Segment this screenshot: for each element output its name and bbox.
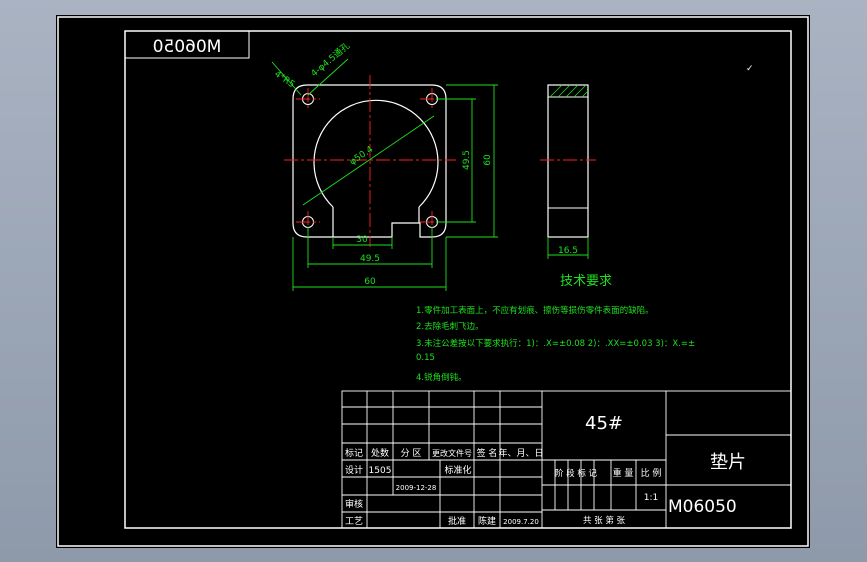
- stage-mark-label: 阶 段 标 记: [555, 468, 598, 479]
- tech-note-2: 2.去除毛刺飞边。: [416, 321, 484, 332]
- col-count: 处数: [371, 447, 389, 459]
- approve-label: 批准: [448, 515, 466, 527]
- material: 45#: [585, 413, 623, 434]
- sheet-count: 共 张 第 张: [583, 515, 626, 526]
- hole-pitch-y-label: 49.5: [462, 150, 472, 170]
- overall-width-label: 60: [364, 277, 376, 287]
- side-view: 16.5: [540, 84, 596, 259]
- front-view: 4*R5 4-φ4.5通孔 φ50.4 30 49.5 60 49.5 60: [271, 41, 498, 291]
- bore-arc: [313, 99, 439, 208]
- col-sign: 签 名: [477, 447, 498, 459]
- section-hatch: [549, 84, 589, 98]
- col-date: 年、月、日: [498, 447, 543, 459]
- design-label: 设计: [345, 464, 363, 476]
- roughness-symbol: ✓: [746, 64, 754, 74]
- designer: 1505: [369, 466, 392, 476]
- side-outline: [547, 84, 589, 238]
- col-zone: 分 区: [401, 448, 422, 459]
- hole-dia-label: 4-φ4.5通孔: [309, 41, 352, 80]
- bore-helper: [363, 200, 426, 237]
- thickness-label: 16.5: [558, 246, 578, 256]
- tech-note-4: 4.锐角倒钝。: [416, 372, 467, 383]
- design-date: 2009-12-28: [396, 484, 437, 492]
- col-mark: 标记: [345, 447, 363, 459]
- review-label: 审核: [345, 498, 363, 510]
- tech-note-3: 3.未注公差按以下要求执行：1)：.X=±0.08 2)：.XX=±0.03 3…: [416, 338, 695, 349]
- drawing-canvas: M06050 ✓ 4*R5 4-φ4.5通孔 φ50.4 30 49.5 60 …: [57, 16, 809, 547]
- col-doc: 更改文件号: [432, 448, 472, 458]
- weight-label: 重 量: [613, 467, 634, 479]
- corner-radius-label: 4*R5: [272, 69, 296, 90]
- outer-frame: [57, 16, 809, 547]
- standardize-label: 标准化: [444, 464, 471, 476]
- approver: 陈建: [478, 515, 496, 527]
- bore-dia-label: φ50.4: [348, 145, 375, 168]
- process-label: 工艺: [345, 516, 363, 527]
- tech-note-1: 1.零件加工表面上，不应有划痕、擦伤等损伤零件表面的缺陷。: [416, 305, 654, 316]
- tech-note-3-cont: 0.15: [416, 353, 435, 363]
- plate-outline: [292, 84, 447, 238]
- overall-height-label: 60: [483, 154, 493, 166]
- drawing-code-mirrored: M06050: [153, 37, 222, 57]
- center-lines: [284, 75, 456, 247]
- drawing-number: M06050: [668, 497, 737, 517]
- ratio-label: 比 例: [641, 467, 662, 479]
- tech-requirements-title: 技术要求: [560, 274, 612, 289]
- drawing-sheet: M06050 ✓ 4*R5 4-φ4.5通孔 φ50.4 30 49.5 60 …: [56, 15, 810, 548]
- part-name: 垫片: [710, 452, 746, 473]
- approve-date: 2009.7.20: [503, 518, 539, 526]
- tech-notes: 1.零件加工表面上，不应有划痕、擦伤等损伤零件表面的缺陷。 2.去除毛刺飞边。 …: [416, 305, 695, 383]
- scale-value: 1:1: [644, 493, 658, 503]
- slot-width-label: 30: [356, 235, 368, 245]
- hole-pitch-x-label: 49.5: [360, 254, 380, 264]
